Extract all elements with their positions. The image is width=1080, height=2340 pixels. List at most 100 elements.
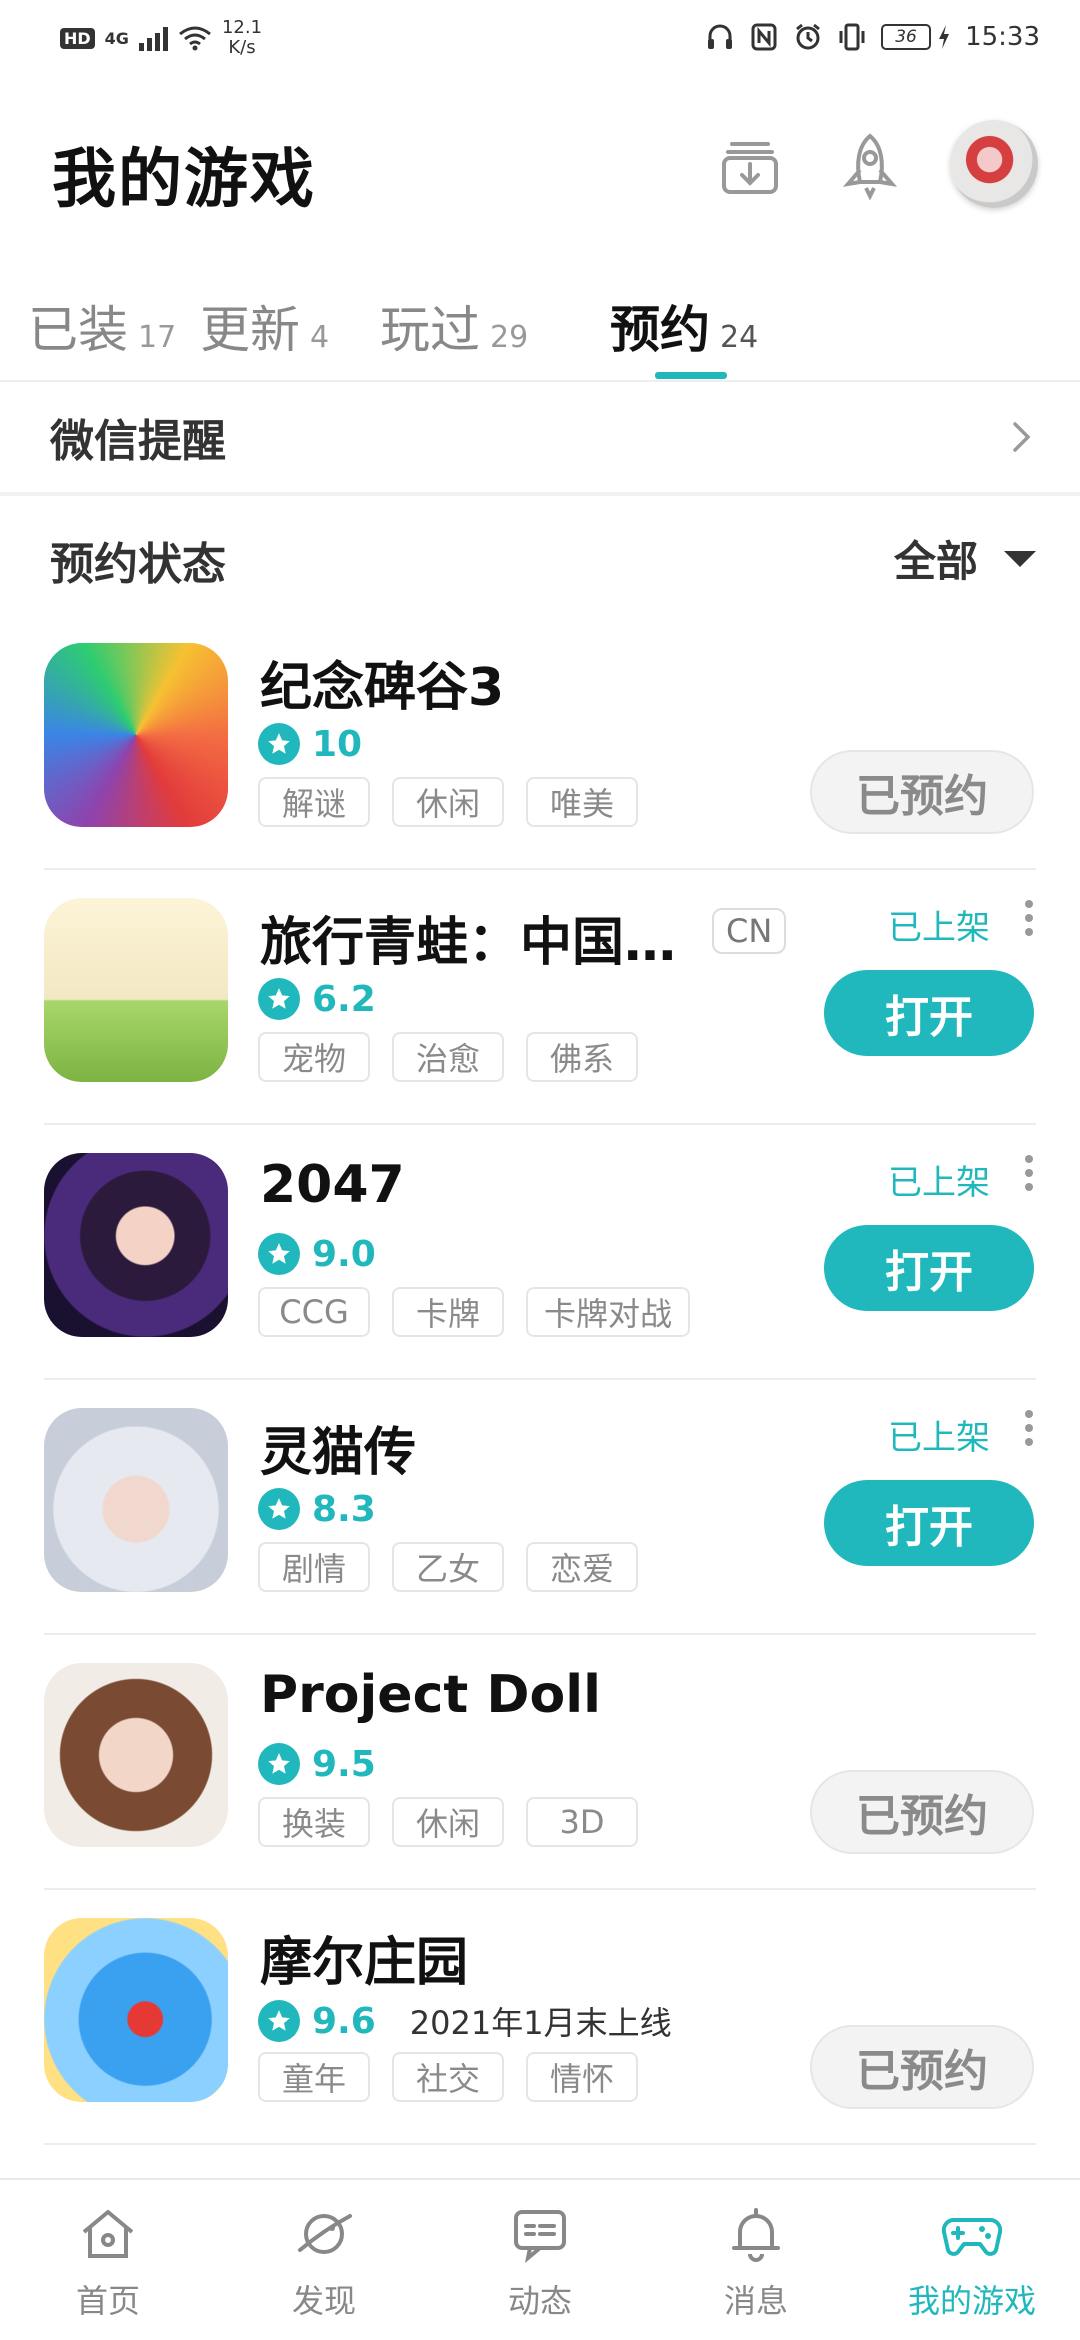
tab-label: 玩过 bbox=[380, 301, 480, 359]
screen: HD 4G 12.1 K/s 36 15:33 我的游戏 已装 17 更新 4 … bbox=[0, 0, 1080, 2340]
net-speed: 12.1 K/s bbox=[222, 18, 262, 58]
game-tag: CCG bbox=[258, 1287, 370, 1337]
star-icon bbox=[258, 2000, 300, 2042]
home-icon bbox=[82, 2210, 134, 2258]
vibrate-icon bbox=[839, 23, 865, 51]
nav-label: 发现 bbox=[291, 2282, 356, 2320]
game-item[interactable]: Project Doll 9.5 换装 休闲 3D 已预约 bbox=[0, 1635, 1080, 1890]
reserved-button[interactable]: 已预约 bbox=[810, 750, 1034, 834]
game-score: 6.2 bbox=[312, 978, 376, 1020]
more-options-icon[interactable] bbox=[1022, 1153, 1036, 1193]
game-tags: 换装 休闲 3D bbox=[258, 1797, 638, 1847]
game-tag: 休闲 bbox=[392, 1797, 504, 1847]
game-score: 8.3 bbox=[312, 1488, 376, 1530]
divider bbox=[0, 492, 1080, 496]
game-name: 旅行青蛙：中国… bbox=[260, 913, 677, 973]
wechat-reminder-label: 微信提醒 bbox=[50, 416, 226, 467]
game-name: 纪念碑谷3 bbox=[260, 658, 505, 718]
nfc-icon bbox=[751, 23, 777, 51]
release-date-note: 2021年1月末上线 bbox=[409, 2004, 672, 2042]
speed-boost-button[interactable] bbox=[830, 126, 910, 206]
tab-installed[interactable]: 已装 17 bbox=[28, 290, 176, 362]
nav-feed[interactable]: 动态 bbox=[432, 2180, 648, 2340]
game-score: 10 bbox=[312, 723, 363, 765]
game-icon bbox=[44, 1918, 228, 2102]
active-tab-indicator bbox=[655, 372, 727, 379]
page-title: 我的游戏 bbox=[52, 143, 316, 217]
game-tags: 宠物 治愈 佛系 bbox=[258, 1032, 638, 1082]
download-icon bbox=[722, 142, 778, 194]
game-item[interactable]: 摩尔庄园 9.6 2021年1月末上线 童年 社交 情怀 已预约 bbox=[0, 1890, 1080, 2145]
game-score: 9.6 bbox=[312, 2000, 376, 2042]
game-item[interactable]: 2047 已上架 9.0 CCG 卡牌 卡牌对战 打开 bbox=[0, 1125, 1080, 1380]
game-tag: 剧情 bbox=[258, 1542, 370, 1592]
wechat-reminder-row[interactable]: 微信提醒 bbox=[0, 382, 1080, 492]
game-tag: 社交 bbox=[392, 2052, 504, 2102]
game-tag: 卡牌 bbox=[392, 1287, 504, 1337]
game-item[interactable]: 纪念碑谷3 10 解谜 休闲 唯美 已预约 bbox=[0, 615, 1080, 870]
bell-icon bbox=[732, 2208, 780, 2262]
game-rating: 9.0 bbox=[258, 1233, 376, 1275]
battery-level: 36 bbox=[881, 24, 932, 50]
tab-label: 已装 bbox=[28, 301, 128, 359]
game-item[interactable]: 旅行青蛙：中国… CN 已上架 6.2 宠物 治愈 佛系 打开 bbox=[0, 870, 1080, 1125]
reservation-status-label: 预约状态 bbox=[50, 539, 226, 590]
planet-icon bbox=[298, 2214, 352, 2254]
release-status: 已上架 bbox=[888, 908, 990, 948]
game-tag: 唯美 bbox=[526, 777, 638, 827]
game-tag: 治愈 bbox=[392, 1032, 504, 1082]
alarm-icon bbox=[796, 23, 820, 50]
network-type: 4G bbox=[104, 28, 129, 48]
reserved-button[interactable]: 已预约 bbox=[810, 2025, 1034, 2109]
nav-home[interactable]: 首页 bbox=[0, 2180, 216, 2340]
nav-my-games[interactable]: 我的游戏 bbox=[864, 2180, 1080, 2340]
nav-messages[interactable]: 消息 bbox=[648, 2180, 864, 2340]
rocket-icon bbox=[842, 133, 898, 200]
game-item[interactable]: 灵猫传 已上架 8.3 剧情 乙女 恋爱 打开 bbox=[0, 1380, 1080, 1635]
more-options-icon[interactable] bbox=[1022, 1408, 1036, 1448]
open-button[interactable]: 打开 bbox=[824, 1480, 1034, 1566]
chevron-right-icon bbox=[1013, 422, 1031, 452]
game-rating: 8.3 bbox=[258, 1488, 376, 1530]
signal-icon bbox=[138, 25, 168, 51]
reserved-button[interactable]: 已预约 bbox=[810, 1770, 1034, 1854]
game-name: 摩尔庄园 bbox=[260, 1933, 469, 1993]
game-tag: 恋爱 bbox=[526, 1542, 638, 1592]
bottom-navigation: 首页 发现 动态 消息 我的游戏 bbox=[0, 2178, 1080, 2340]
game-tags: CCG 卡牌 卡牌对战 bbox=[258, 1287, 691, 1337]
nav-discover[interactable]: 发现 bbox=[216, 2180, 432, 2340]
tab-reserved[interactable]: 预约 24 bbox=[610, 290, 758, 362]
more-options-icon[interactable] bbox=[1022, 898, 1036, 938]
tab-updates[interactable]: 更新 4 bbox=[200, 290, 329, 362]
nav-label: 动态 bbox=[507, 2282, 572, 2320]
nav-label: 消息 bbox=[723, 2282, 788, 2320]
game-rating: 9.5 bbox=[258, 1743, 376, 1785]
status-filter-dropdown[interactable]: 全部 bbox=[894, 528, 1036, 589]
net-speed-value: 12.1 bbox=[221, 17, 263, 38]
headphones-icon bbox=[708, 24, 733, 49]
star-icon bbox=[258, 1743, 300, 1785]
open-button[interactable]: 打开 bbox=[824, 1225, 1034, 1311]
game-tag: 换装 bbox=[258, 1797, 370, 1847]
game-tag: 休闲 bbox=[392, 777, 504, 827]
user-avatar[interactable] bbox=[950, 120, 1038, 208]
region-badge: CN bbox=[712, 908, 787, 954]
tab-bar: 已装 17 更新 4 玩过 29 预约 24 bbox=[0, 270, 1080, 380]
nav-label: 首页 bbox=[75, 2282, 140, 2320]
game-tag: 宠物 bbox=[258, 1032, 370, 1082]
chat-icon bbox=[514, 2210, 566, 2264]
game-tag: 解谜 bbox=[258, 777, 370, 827]
tab-played[interactable]: 玩过 29 bbox=[380, 290, 528, 362]
tab-count: 29 bbox=[490, 320, 529, 355]
game-score: 9.0 bbox=[312, 1233, 376, 1275]
gamepad-icon bbox=[941, 2218, 1003, 2256]
filter-selected-value: 全部 bbox=[893, 537, 978, 586]
game-tag: 佛系 bbox=[526, 1032, 638, 1082]
star-icon bbox=[258, 1233, 300, 1275]
game-tags: 剧情 乙女 恋爱 bbox=[258, 1542, 638, 1592]
download-manager-button[interactable] bbox=[710, 126, 790, 206]
open-button[interactable]: 打开 bbox=[824, 970, 1034, 1056]
star-icon bbox=[258, 978, 300, 1020]
game-tag: 情怀 bbox=[526, 2052, 638, 2102]
game-tag: 3D bbox=[526, 1797, 638, 1847]
